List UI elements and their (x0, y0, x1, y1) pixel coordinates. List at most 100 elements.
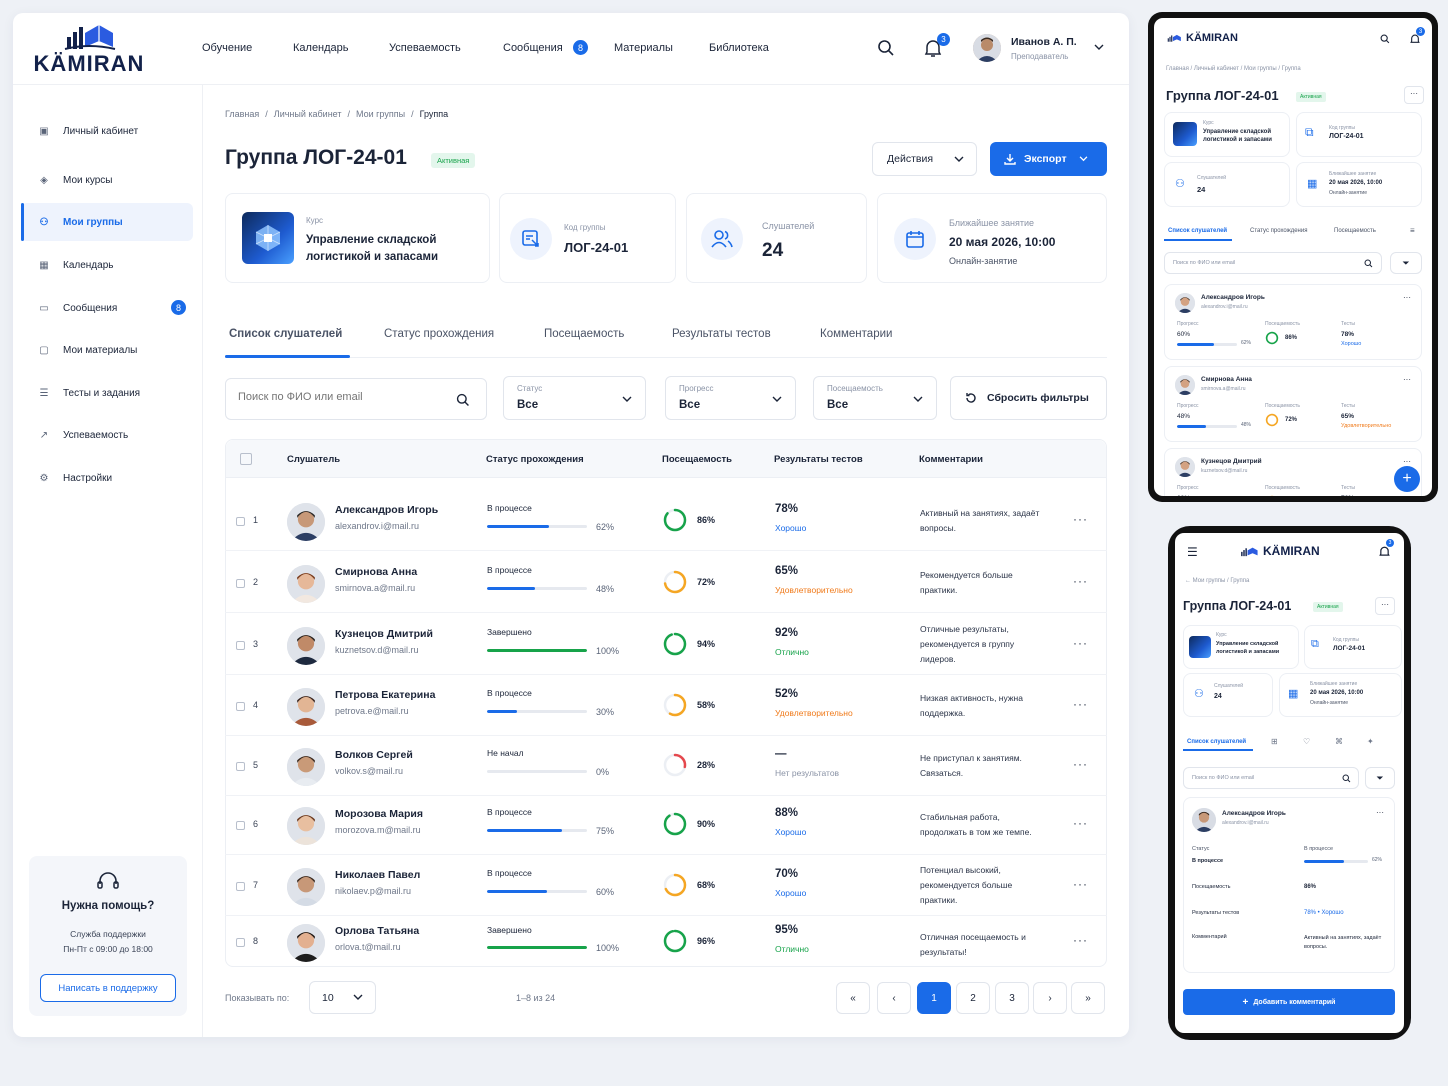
search-input[interactable] (238, 391, 438, 403)
row-menu-button[interactable]: ··· (1073, 636, 1088, 650)
search-icon[interactable] (456, 393, 470, 407)
student-name[interactable]: Кузнецов Дмитрий (335, 628, 433, 640)
student-name[interactable]: Волков Сергей (335, 749, 413, 761)
table-row[interactable]: 3 Кузнецов Дмитрий kuznetsov.d@mail.ru З… (225, 615, 1107, 675)
sidebar-item-cabinet[interactable]: ▣ Личный кабинет (21, 112, 193, 150)
phone-tab-listeners[interactable]: Список слушателей (1187, 739, 1246, 745)
sidebar-item-groups[interactable]: ⚇ Мои группы (21, 203, 193, 241)
student-name[interactable]: Николаев Павел (335, 869, 420, 881)
table-row[interactable]: 6 Морозова Мария morozova.m@mail.ru В пр… (225, 795, 1107, 855)
breadcrumb-home[interactable]: Главная (225, 109, 259, 119)
page-2-button[interactable]: 2 (956, 982, 990, 1014)
row-menu-button[interactable]: ··· (1073, 816, 1088, 830)
tablet-tab-status[interactable]: Статус прохождения (1250, 228, 1307, 234)
column-status[interactable]: Статус прохождения (486, 454, 584, 465)
column-student[interactable]: Слушатель (287, 454, 340, 465)
student-name[interactable]: Александров Игорь (335, 504, 438, 516)
page-3-button[interactable]: 3 (995, 982, 1029, 1014)
table-row[interactable]: 1 Александров Игорь alexandrov.i@mail.ru… (225, 491, 1107, 551)
tablet-student-card[interactable]: Кузнецов Дмитрий kuznetsov.d@mail.ru ···… (1164, 448, 1422, 496)
row-menu-button[interactable]: ··· (1073, 697, 1088, 711)
row-menu-button[interactable]: ··· (1073, 877, 1088, 891)
breadcrumb-groups[interactable]: Мои группы (356, 109, 405, 119)
tab-status[interactable]: Статус прохождения (384, 328, 494, 340)
row-menu-button[interactable]: ··· (1073, 757, 1088, 771)
student-name[interactable]: Морозова Мария (335, 808, 423, 820)
first-page-button[interactable]: « (836, 982, 870, 1014)
column-attendance[interactable]: Посещаемость (662, 454, 732, 465)
row-menu-button[interactable]: ··· (1073, 512, 1088, 526)
search-field[interactable] (225, 378, 487, 420)
search-icon[interactable] (877, 39, 895, 57)
student-name[interactable]: Смирнова Анна (335, 566, 417, 578)
brand-logo[interactable]: KÄMIRAN (33, 21, 145, 77)
tablet-row-menu[interactable]: ··· (1403, 293, 1411, 302)
phone-tab-tests-icon[interactable]: ⌘ (1335, 737, 1343, 746)
progress-filter[interactable]: Прогресс Все (665, 376, 796, 420)
table-row[interactable]: 8 Орлова Татьяна orlova.t@mail.ru Заверш… (225, 915, 1107, 967)
column-comments[interactable]: Комментарии (919, 454, 983, 465)
phone-search-field[interactable]: Поиск по ФИО или email (1183, 767, 1359, 789)
nav-performance[interactable]: Успеваемость (389, 42, 461, 54)
sidebar-item-settings[interactable]: ⚙ Настройки (21, 459, 193, 497)
row-checkbox[interactable] (236, 821, 245, 830)
tab-test-results[interactable]: Результаты тестов (672, 328, 771, 340)
nav-calendar[interactable]: Календарь (293, 42, 349, 54)
support-button[interactable]: Написать в поддержку (40, 974, 176, 1002)
table-row[interactable]: 4 Петрова Екатерина petrova.e@mail.ru В … (225, 676, 1107, 736)
prev-page-button[interactable]: ‹ (877, 982, 911, 1014)
tablet-filter-button[interactable]: ⏷ (1390, 252, 1422, 274)
row-checkbox[interactable] (236, 882, 245, 891)
phone-breadcrumb[interactable]: ← Мои группы / Группа (1185, 578, 1249, 584)
row-checkbox[interactable] (236, 938, 245, 947)
tab-comments[interactable]: Комментарии (820, 328, 892, 340)
table-row[interactable]: 2 Смирнова Анна smirnova.a@mail.ru В про… (225, 553, 1107, 613)
tab-listeners[interactable]: Список слушателей (229, 328, 342, 340)
student-name[interactable]: Орлова Татьяна (335, 925, 419, 937)
sidebar-item-tests[interactable]: ☰ Тесты и задания (21, 374, 193, 412)
last-page-button[interactable]: » (1071, 982, 1105, 1014)
tablet-tab-listeners[interactable]: Список слушателей (1168, 228, 1227, 234)
tablet-row-menu[interactable]: ··· (1403, 375, 1411, 384)
sidebar-item-calendar[interactable]: ▦ Календарь (21, 246, 193, 284)
sidebar-item-messages[interactable]: ▭ Сообщения 8 (21, 289, 193, 327)
nav-learning[interactable]: Обучение (202, 42, 252, 54)
course-name[interactable]: Управление складской логистикой и запаса… (306, 232, 476, 266)
search-icon[interactable] (1380, 34, 1390, 44)
nav-materials[interactable]: Материалы (614, 42, 673, 54)
tablet-student-card[interactable]: Смирнова Анна smirnova.a@mail.ru ··· Про… (1164, 366, 1422, 442)
tablet-tab-menu-icon[interactable]: ≡ (1410, 226, 1415, 235)
phone-tab-status-icon[interactable]: ⊞ (1271, 737, 1278, 746)
table-row[interactable]: 5 Волков Сергей volkov.s@mail.ru Не нача… (225, 736, 1107, 796)
tab-attendance[interactable]: Посещаемость (544, 328, 624, 340)
phone-tab-comments-icon[interactable]: ✦ (1367, 737, 1374, 746)
attendance-filter[interactable]: Посещаемость Все (813, 376, 937, 420)
user-avatar[interactable] (973, 34, 1001, 62)
phone-more-button[interactable]: ··· (1375, 597, 1395, 615)
row-checkbox[interactable] (236, 762, 245, 771)
phone-tab-attendance-icon[interactable]: ♡ (1303, 737, 1310, 746)
sidebar-item-performance[interactable]: ↗ Успеваемость (21, 416, 193, 454)
breadcrumb-cabinet[interactable]: Личный кабинет (274, 109, 342, 119)
student-name[interactable]: Петрова Екатерина (335, 689, 435, 701)
page-1-button[interactable]: 1 (917, 982, 951, 1014)
status-filter[interactable]: Статус Все (503, 376, 646, 420)
row-checkbox[interactable] (236, 641, 245, 650)
row-checkbox[interactable] (236, 517, 245, 526)
row-checkbox[interactable] (236, 579, 245, 588)
phone-row-menu[interactable]: ··· (1376, 808, 1384, 817)
chevron-down-icon[interactable] (1094, 44, 1104, 51)
tablet-search-field[interactable]: Поиск по ФИО или email (1164, 252, 1382, 274)
next-page-button[interactable]: › (1033, 982, 1067, 1014)
page-size-select[interactable]: 10 (309, 981, 376, 1014)
select-all-checkbox[interactable] (240, 453, 252, 465)
tablet-tab-attendance[interactable]: Посещаемость (1334, 228, 1376, 234)
hamburger-menu-icon[interactable]: ☰ (1187, 545, 1198, 559)
nav-messages[interactable]: Сообщения (503, 42, 563, 54)
export-button[interactable]: Экспорт (990, 142, 1107, 176)
add-comment-button[interactable]: + Добавить комментарий (1183, 989, 1395, 1015)
row-menu-button[interactable]: ··· (1073, 933, 1088, 947)
column-tests[interactable]: Результаты тестов (774, 454, 863, 465)
tablet-more-button[interactable]: ··· (1404, 86, 1424, 104)
tablet-row-menu[interactable]: ··· (1403, 457, 1411, 466)
